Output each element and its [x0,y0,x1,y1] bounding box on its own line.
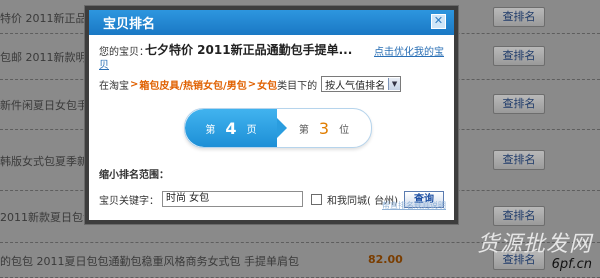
check-rank-button[interactable]: 查排名 [493,149,545,170]
page-suffix: 页 [246,124,257,136]
item-title[interactable]: 特价 2011新正品通勤 [0,10,90,26]
position-suffix: 位 [339,124,350,136]
close-icon[interactable]: ✕ [431,14,446,29]
category-suffix: 类目下的 [277,80,318,92]
item-title[interactable]: 包邮 2011新款明星同 [0,49,90,65]
category-prefix: 在淘宝 [99,80,129,92]
optimize-link[interactable]: 点击优化我的宝 [374,43,444,58]
same-city-checkbox[interactable] [311,193,322,205]
item-price: 82.00 [368,252,403,266]
category-row: 在淘宝 > 箱包皮具/热销女包/男包 > 女包 类目下的 按人气值排名 ▼ [99,76,444,92]
sort-select-value: 按人气值排名 [325,80,386,92]
narrow-range-label: 缩小排名范围： [99,170,169,181]
check-rank-button[interactable]: 查排名 [493,94,545,114]
item-title[interactable]: 2011新款夏日包包 潮 [0,209,90,225]
dialog-body: 您的宝贝： 七夕特价 2011新正品通勤包手提单... 贝 点击优化我的宝 在淘… [89,41,454,211]
position-indicator: 第 3 位 [277,109,371,147]
item-title: 七夕特价 2011新正品通勤包手提单... [145,43,353,57]
watermark: 货源批发网 6pf.cn [476,232,592,272]
watermark-url: 6pf.cn [551,257,592,272]
page-number: 4 [225,118,237,138]
rank-result: 第 4 页 第 3 位 [99,108,444,150]
check-rank-button[interactable]: 查排名 [493,6,545,27]
watermark-text: 货源批发网 [476,232,592,257]
rank-dialog: 宝贝排名 ✕ 您的宝贝： 七夕特价 2011新正品通勤包手提单... 贝 点击优… [85,6,458,224]
rank-pill: 第 4 页 第 3 位 [184,108,372,148]
page-prefix: 第 [205,124,216,136]
position-prefix: 第 [298,124,309,136]
category-arrow: > [247,78,257,90]
chevron-down-icon[interactable]: ▼ [388,78,401,90]
keyword-input[interactable]: 时尚 女包 [162,191,303,207]
sort-select[interactable]: 按人气值排名 ▼ [321,76,402,92]
check-rank-button[interactable]: 查排名 [493,46,545,66]
item-title[interactable]: 的包包 2011夏日包包通勤包稳重风格商务女式包 手提单肩包 [0,253,360,269]
dialog-title: 宝贝排名 [103,17,156,32]
rules-link[interactable]: 帮直排名规则说明 [382,200,446,211]
position-number: 3 [318,118,330,138]
dialog-header: 宝贝排名 ✕ [89,10,454,35]
item-title[interactable]: 新件闲夏日女包手提 [0,97,90,113]
category-leaf[interactable]: 女包 [257,77,277,92]
item-row: 您的宝贝： 七夕特价 2011新正品通勤包手提单... 贝 点击优化我的宝 [99,41,444,71]
item-title[interactable]: 韩版女式包夏季新款 [0,153,90,169]
check-rank-button[interactable]: 查排名 [493,206,545,226]
category-path[interactable]: 箱包皮具/热销女包/男包 [139,77,246,92]
page-indicator: 第 4 页 [185,109,287,147]
category-arrow: > [130,78,139,90]
keyword-label: 宝贝关键字： [99,195,159,207]
item-title-wrap[interactable]: 贝 [99,56,109,71]
